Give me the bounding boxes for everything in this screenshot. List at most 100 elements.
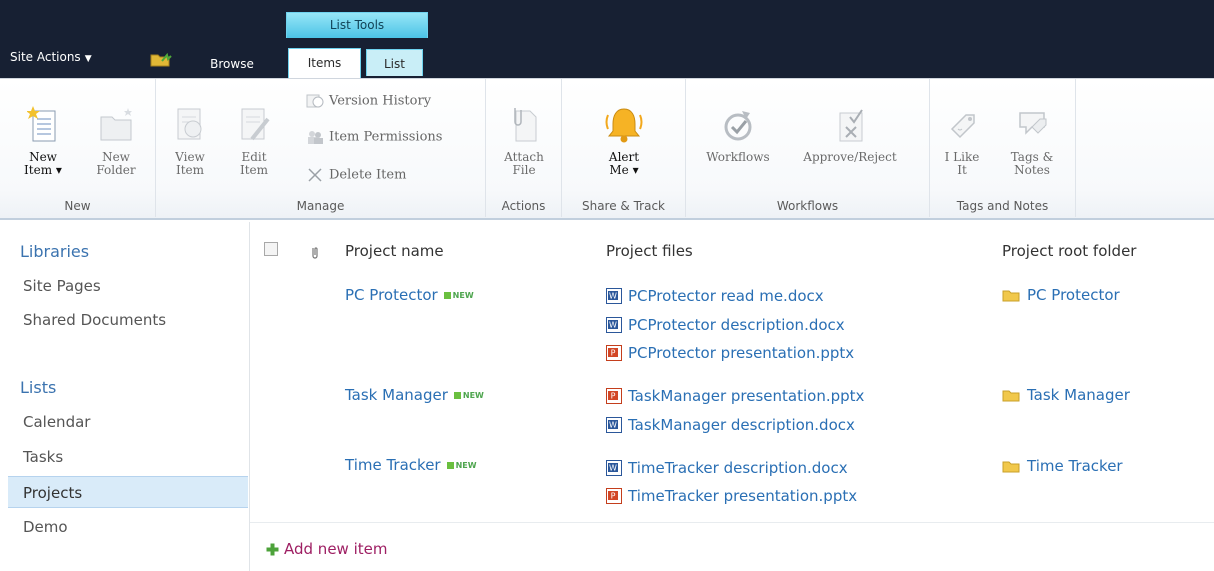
folder-link[interactable]: Task Manager: [1002, 386, 1130, 404]
nav-item-calendar[interactable]: Calendar: [8, 406, 248, 438]
file-name: PCProtector read me.docx: [628, 287, 824, 305]
tab-items[interactable]: Items: [288, 48, 361, 78]
workflows-button[interactable]: Workflows: [696, 105, 780, 164]
nav-heading-libraries[interactable]: Libraries: [20, 242, 89, 261]
project-name-link[interactable]: Time Tracker NEW: [345, 456, 477, 474]
ribbon-group-tags-notes: I Like It Tags & Notes Tags and Notes: [930, 79, 1076, 217]
new-folder-button[interactable]: New Folder: [86, 105, 146, 177]
ribbon-group-manage: View Item Edit Item Version History Item…: [156, 79, 486, 217]
file-name: TimeTracker description.docx: [628, 459, 848, 477]
version-history-label: Version History: [329, 93, 432, 109]
new-folder-icon: [100, 108, 132, 141]
nav-item-site-pages[interactable]: Site Pages: [8, 270, 248, 302]
group-label-tags-notes: Tags and Notes: [956, 199, 1049, 213]
file-name: TimeTracker presentation.pptx: [628, 487, 858, 505]
ribbon-group-new: New Item ▾ New Folder New: [0, 79, 156, 217]
project-name-text: Time Tracker: [345, 456, 441, 474]
group-label-share-track: Share & Track: [581, 199, 665, 213]
project-name-link[interactable]: PC Protector NEW: [345, 286, 474, 304]
file-name: PCProtector presentation.pptx: [628, 344, 855, 362]
nav-item-tasks[interactable]: Tasks: [8, 441, 248, 473]
plus-icon: [266, 543, 279, 555]
folder-link[interactable]: Time Tracker: [1002, 457, 1123, 475]
quick-launch-nav: Libraries Site Pages Shared Documents Li…: [0, 222, 250, 571]
attach-file-icon: [514, 108, 537, 142]
tags-notes-button[interactable]: Tags & Notes: [1002, 105, 1062, 177]
powerpoint-doc-icon: P: [606, 345, 622, 361]
add-new-item-link[interactable]: Add new item: [266, 540, 387, 558]
file-link[interactable]: P TimeTracker presentation.pptx: [606, 485, 857, 507]
i-like-it-button[interactable]: I Like It: [938, 105, 986, 177]
new-item-icon: [27, 106, 56, 142]
group-label-new: New: [64, 199, 91, 213]
column-header-project-root-folder[interactable]: Project root folder: [1002, 242, 1136, 260]
file-link[interactable]: P TaskManager presentation.pptx: [606, 385, 864, 407]
column-header-project-name[interactable]: Project name: [345, 242, 444, 260]
ribbon-group-share-track: Alert Me ▾ Share & Track: [562, 79, 686, 217]
powerpoint-doc-icon: P: [606, 388, 622, 404]
new-badge: NEW: [443, 291, 474, 300]
svg-text:W: W: [609, 292, 617, 301]
select-all-checkbox[interactable]: [264, 242, 278, 256]
project-name-link[interactable]: Task Manager NEW: [345, 386, 484, 404]
column-header-project-files[interactable]: Project files: [606, 242, 693, 260]
edit-item-button[interactable]: Edit Item: [232, 105, 276, 177]
tags-notes-label: Tags & Notes: [1010, 150, 1054, 177]
chevron-down-icon: ▼: [84, 54, 92, 64]
svg-text:P: P: [611, 349, 616, 358]
delete-x-icon: [308, 168, 322, 182]
attach-file-button[interactable]: Attach File: [496, 105, 552, 177]
version-history-button[interactable]: Version History: [306, 93, 431, 109]
folder-icon: [1002, 461, 1020, 473]
item-permissions-button[interactable]: Item Permissions: [306, 129, 442, 145]
group-label-actions: Actions: [501, 199, 546, 213]
file-link[interactable]: W TimeTracker description.docx: [606, 457, 848, 479]
item-permissions-label: Item Permissions: [329, 129, 443, 145]
word-doc-icon: W: [606, 317, 622, 333]
file-link[interactable]: P PCProtector presentation.pptx: [606, 342, 854, 364]
folder-icon: [1002, 290, 1020, 302]
file-name: PCProtector description.docx: [628, 316, 845, 334]
folder-name: Task Manager: [1027, 386, 1130, 404]
nav-item-projects[interactable]: Projects: [8, 476, 248, 508]
edit-item-label: Edit Item: [239, 150, 269, 177]
tab-browse[interactable]: Browse: [194, 50, 270, 78]
nav-item-shared-documents[interactable]: Shared Documents: [8, 304, 248, 336]
approve-reject-icon: [839, 109, 863, 142]
edit-item-icon: [241, 108, 270, 141]
view-item-label: View Item: [175, 150, 205, 177]
nav-item-demo[interactable]: Demo: [8, 511, 248, 543]
nav-heading-lists[interactable]: Lists: [20, 378, 56, 397]
svg-text:W: W: [609, 321, 617, 330]
approve-reject-button[interactable]: Approve/Reject: [784, 105, 916, 164]
folder-link[interactable]: PC Protector: [1002, 286, 1120, 304]
alert-me-button[interactable]: Alert Me ▾: [596, 105, 652, 177]
new-item-label: New Item ▾: [24, 150, 62, 177]
view-item-button[interactable]: View Item: [168, 105, 212, 177]
site-actions-menu[interactable]: Site Actions ▼: [10, 50, 92, 64]
file-name: TaskManager description.docx: [628, 416, 855, 434]
attach-file-label: Attach File: [504, 150, 544, 177]
version-history-icon: [306, 94, 324, 108]
svg-text:W: W: [609, 421, 617, 430]
file-name: TaskManager presentation.pptx: [628, 387, 865, 405]
alert-me-label: Alert Me ▾: [608, 150, 640, 177]
file-link[interactable]: W PCProtector read me.docx: [606, 285, 824, 307]
svg-text:P: P: [611, 392, 616, 401]
divider: [250, 522, 1214, 523]
svg-text:P: P: [611, 492, 616, 501]
folder-name: Time Tracker: [1027, 457, 1123, 475]
new-badge: NEW: [446, 461, 477, 470]
delete-item-button[interactable]: Delete Item: [306, 167, 406, 183]
like-tag-icon: [950, 114, 975, 139]
ribbon-group-workflows: Workflows Approve/Reject Workflows: [686, 79, 930, 217]
item-permissions-icon: [308, 131, 323, 144]
tab-list[interactable]: List: [366, 49, 423, 76]
file-link[interactable]: W TaskManager description.docx: [606, 414, 855, 436]
navigate-up-icon[interactable]: [150, 49, 172, 67]
new-badge: NEW: [453, 391, 484, 400]
file-link[interactable]: W PCProtector description.docx: [606, 314, 845, 336]
svg-text:W: W: [609, 464, 617, 473]
new-item-button[interactable]: New Item ▾: [18, 105, 68, 177]
ribbon: New Item ▾ New Folder New View Item Edit…: [0, 78, 1214, 220]
